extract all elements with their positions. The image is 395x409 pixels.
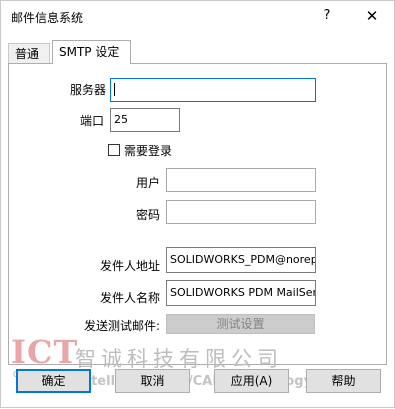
dialog-window: 邮件信息系统 ? ✕ 普通 SMTP 设定 服务器 端口 25 需要登录 用户 … [0, 0, 395, 408]
tab-smtp-settings[interactable]: SMTP 设定 [52, 40, 131, 64]
title-bar: 邮件信息系统 ? ✕ [1, 1, 394, 33]
window-title: 邮件信息系统 [11, 11, 84, 25]
server-input[interactable] [110, 78, 316, 102]
send-test-label: 发送测试邮件: [83, 319, 160, 333]
ok-button[interactable]: 确定 [16, 369, 91, 393]
password-input[interactable] [166, 200, 316, 224]
sender-address-input[interactable]: SOLIDWORKS_PDM@norepl [166, 247, 316, 273]
login-required-label[interactable]: 需要登录 [124, 142, 172, 159]
port-input[interactable]: 25 [110, 108, 180, 132]
help-icon[interactable]: ? [317, 6, 337, 26]
port-label: 端口 [79, 114, 104, 128]
server-label: 服务器 [69, 83, 106, 97]
password-label: 密码 [135, 208, 160, 222]
sender-name-label: 发件人名称 [99, 291, 160, 305]
apply-button[interactable]: 应用(A) [214, 369, 289, 393]
user-input[interactable] [166, 168, 316, 192]
tab-general[interactable]: 普通 [8, 43, 50, 63]
test-settings-button[interactable]: 测试设置 [166, 314, 315, 334]
cancel-button[interactable]: 取消 [115, 369, 190, 393]
help-button[interactable]: 帮助 [306, 369, 381, 393]
user-label: 用户 [135, 176, 160, 190]
sender-name-input[interactable]: SOLIDWORKS PDM MailServ [166, 280, 316, 306]
text-caret [114, 82, 115, 96]
login-required-checkbox[interactable] [108, 144, 120, 156]
close-icon[interactable]: ✕ [361, 5, 383, 27]
sender-address-label: 发件人地址 [99, 259, 160, 273]
